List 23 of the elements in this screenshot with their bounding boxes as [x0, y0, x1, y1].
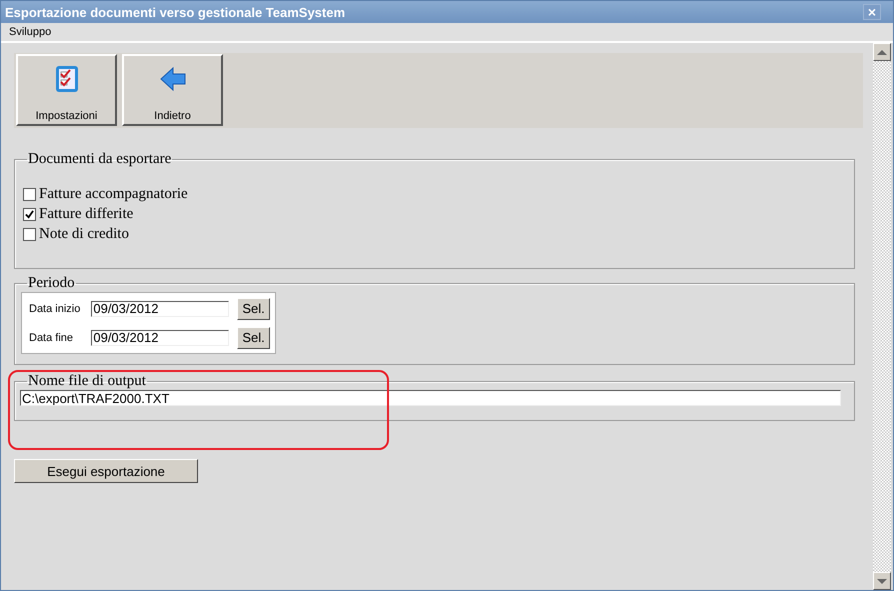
scrollbar[interactable] — [873, 43, 891, 590]
scroll-down-button[interactable] — [873, 572, 891, 590]
window-title: Esportazione documenti verso gestionale TeamSystem — [5, 4, 346, 20]
select-button[interactable]: Sel. — [237, 298, 270, 320]
checkbox[interactable] — [23, 208, 36, 220]
group-title: Periodo — [27, 275, 76, 292]
export-button[interactable]: Esegui esportazione — [14, 459, 198, 483]
toolbar-button[interactable]: Indietro — [122, 54, 223, 126]
select-button[interactable]: Sel. — [237, 326, 270, 348]
date-field[interactable]: 09/03/2012 — [91, 300, 230, 316]
group-title: Nome file di output — [27, 373, 147, 390]
toolbar-button[interactable]: Impostazioni — [16, 54, 117, 126]
checkbox[interactable] — [23, 228, 36, 240]
checkbox-label: Fatture differite — [39, 206, 134, 222]
scroll-up-button[interactable] — [873, 43, 891, 61]
menu-item[interactable]: Sviluppo — [9, 26, 52, 38]
checkbox-label: Fatture accompagnatorie — [39, 186, 188, 202]
date-field[interactable]: 09/03/2012 — [91, 330, 230, 346]
file-name-field[interactable]: C:\export\TRAF2000.TXT — [20, 390, 841, 406]
left-arrow-icon — [158, 64, 188, 94]
checkbox-label: Note di credito — [39, 226, 129, 242]
group-title: Documenti da esportare — [27, 151, 172, 168]
checkbox[interactable] — [23, 188, 36, 200]
